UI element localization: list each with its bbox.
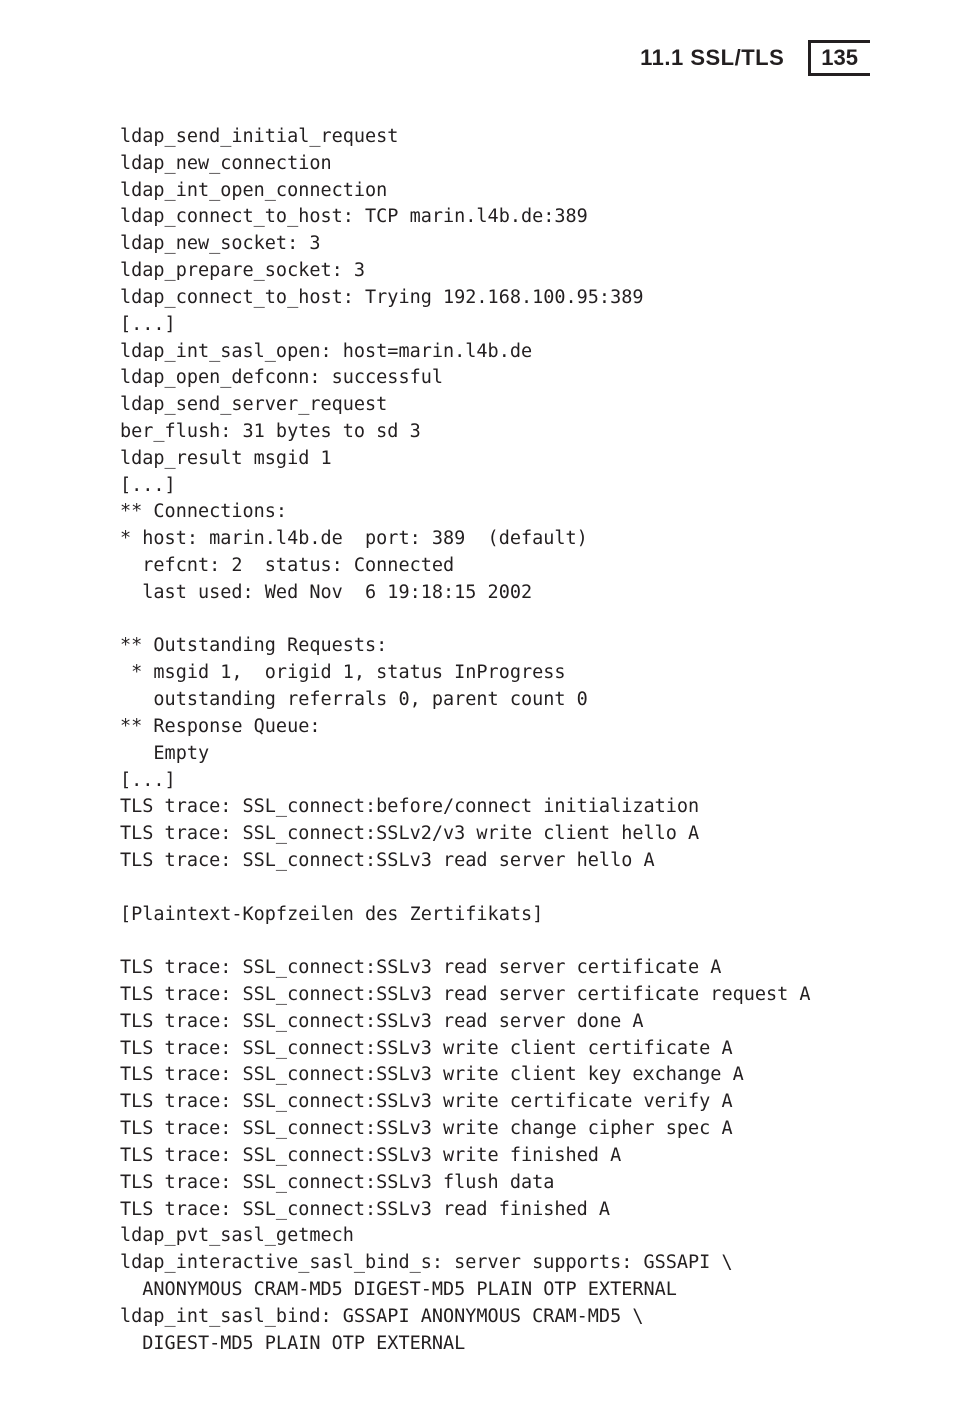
code-line: last used: Wed Nov 6 19:18:15 2002 (120, 580, 870, 607)
code-line: TLS trace: SSL_connect:SSLv3 read server… (120, 1009, 870, 1036)
code-line: ldap_interactive_sasl_bind_s: server sup… (120, 1250, 870, 1277)
code-line: ** Connections: (120, 499, 870, 526)
code-line: [...] (120, 312, 870, 339)
code-line: TLS trace: SSL_connect:SSLv3 flush data (120, 1170, 870, 1197)
code-line: TLS trace: SSL_connect:SSLv3 write clien… (120, 1036, 870, 1063)
code-line: ldap_connect_to_host: Trying 192.168.100… (120, 285, 870, 312)
code-line: [...] (120, 768, 870, 795)
code-line: ldap_int_open_connection (120, 178, 870, 205)
code-line: TLS trace: SSL_connect:SSLv3 write certi… (120, 1089, 870, 1116)
code-line (120, 875, 870, 902)
code-line: ldap_new_socket: 3 (120, 231, 870, 258)
code-line: TLS trace: SSL_connect:SSLv3 read server… (120, 982, 870, 1009)
code-line: ldap_connect_to_host: TCP marin.l4b.de:3… (120, 204, 870, 231)
code-line: ** Response Queue: (120, 714, 870, 741)
code-line: ANONYMOUS CRAM-MD5 DIGEST-MD5 PLAIN OTP … (120, 1277, 870, 1304)
code-line: DIGEST-MD5 PLAIN OTP EXTERNAL (120, 1331, 870, 1358)
code-line: TLS trace: SSL_connect:SSLv3 write clien… (120, 1062, 870, 1089)
code-line: [Plaintext-Kopfzeilen des Zertifikats] (120, 902, 870, 929)
code-line: ldap_prepare_socket: 3 (120, 258, 870, 285)
code-line: ber_flush: 31 bytes to sd 3 (120, 419, 870, 446)
code-line: ldap_send_initial_request (120, 124, 870, 151)
code-line: TLS trace: SSL_connect:SSLv3 write finis… (120, 1143, 870, 1170)
code-line: ldap_open_defconn: successful (120, 365, 870, 392)
code-line: Empty (120, 741, 870, 768)
code-line: TLS trace: SSL_connect:SSLv3 read server… (120, 955, 870, 982)
page-container: 11.1 SSL/TLS 135 ldap_send_initial_reque… (0, 0, 960, 1417)
code-line: TLS trace: SSL_connect:before/connect in… (120, 794, 870, 821)
code-line: ldap_result msgid 1 (120, 446, 870, 473)
code-line: ldap_pvt_sasl_getmech (120, 1223, 870, 1250)
code-line: [...] (120, 473, 870, 500)
code-line: TLS trace: SSL_connect:SSLv2/v3 write cl… (120, 821, 870, 848)
code-line: TLS trace: SSL_connect:SSLv3 write chang… (120, 1116, 870, 1143)
code-block: ldap_send_initial_requestldap_new_connec… (120, 124, 870, 1357)
code-line (120, 607, 870, 634)
code-line: ldap_int_sasl_bind: GSSAPI ANONYMOUS CRA… (120, 1304, 870, 1331)
code-line: ldap_send_server_request (120, 392, 870, 419)
page-number-box: 135 (808, 40, 870, 76)
code-line: * msgid 1, origid 1, status InProgress (120, 660, 870, 687)
page-header: 11.1 SSL/TLS 135 (120, 40, 870, 76)
code-line: outstanding referrals 0, parent count 0 (120, 687, 870, 714)
section-title: 11.1 SSL/TLS (640, 45, 784, 71)
code-line: TLS trace: SSL_connect:SSLv3 read server… (120, 848, 870, 875)
code-line: ldap_new_connection (120, 151, 870, 178)
code-line: refcnt: 2 status: Connected (120, 553, 870, 580)
code-line: ldap_int_sasl_open: host=marin.l4b.de (120, 339, 870, 366)
code-line: * host: marin.l4b.de port: 389 (default) (120, 526, 870, 553)
code-line: ** Outstanding Requests: (120, 633, 870, 660)
code-line: TLS trace: SSL_connect:SSLv3 read finish… (120, 1197, 870, 1224)
code-line (120, 928, 870, 955)
